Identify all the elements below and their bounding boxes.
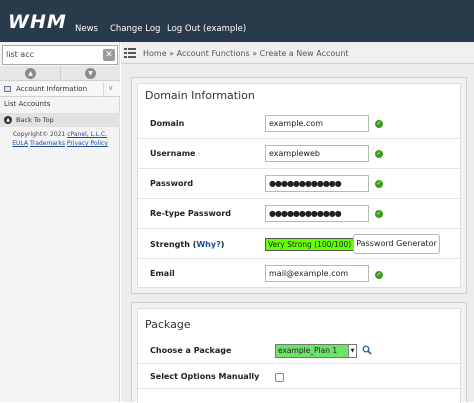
check-icon: ✓ (375, 120, 383, 128)
clear-search-icon[interactable]: ✕ (103, 49, 115, 61)
copyright-text: Copyright© 2021 (12, 131, 66, 138)
package-select-value: example_Plan 1 (278, 346, 338, 355)
check-icon: ✓ (375, 210, 383, 218)
expand-down-icon[interactable]: ▼ (85, 68, 96, 79)
nav-news[interactable]: News (75, 24, 98, 34)
copyright: Copyright© 2021 cPanel, L.L.C. EULA Trad… (0, 130, 120, 148)
panel-title: Package (145, 318, 191, 331)
choose-package-row: Choose a Package example_Plan 1 ▼ (138, 339, 460, 364)
domain-row: Domain example.com ✓ (138, 109, 460, 139)
chevron-down-icon[interactable]: ∨ (108, 84, 113, 92)
strength-row: Strength (Why?) Very Strong (100/100) Pa… (138, 229, 460, 259)
nav-log-out[interactable]: Log Out (example) (167, 24, 246, 34)
retype-password-label: Re-type Password (150, 209, 232, 218)
password-strength-meter: Very Strong (100/100) (265, 238, 355, 251)
password-label: Password (150, 179, 194, 188)
magnifier-icon[interactable] (362, 345, 372, 355)
domain-information-panel: Domain Information Domain example.com ✓ … (131, 77, 467, 294)
domain-label: Domain (150, 119, 185, 128)
top-bar: WHM News Change Log Log Out (example) (0, 0, 474, 42)
select-options-manually-row: Select Options Manually (138, 364, 460, 389)
breadcrumb-home[interactable]: Home (143, 49, 167, 58)
search-field[interactable]: list acc ✕ (2, 45, 118, 65)
package-body: Package Choose a Package example_Plan 1 … (137, 308, 461, 403)
select-options-manually-checkbox[interactable] (275, 373, 284, 382)
username-row: Username exampleweb ✓ (138, 139, 460, 169)
back-to-top-label: Back To Top (16, 116, 54, 124)
panel-title: Domain Information (145, 89, 255, 102)
strength-label: Strength (Why?) (150, 240, 225, 249)
breadcrumb-separator: » (169, 49, 175, 58)
package-select[interactable]: example_Plan 1 ▼ (275, 344, 357, 358)
breadcrumb-current: Create a New Account (259, 49, 349, 58)
domain-information-body: Domain Information Domain example.com ✓ … (137, 83, 461, 288)
trademarks-link[interactable]: Trademarks (30, 140, 65, 147)
password-input[interactable]: ●●●●●●●●●●●● (265, 175, 369, 192)
email-input[interactable]: mail@example.com (265, 265, 369, 282)
package-panel: Package Choose a Package example_Plan 1 … (131, 302, 467, 403)
email-label: Email (150, 269, 175, 278)
breadcrumb-account-functions[interactable]: Account Functions (177, 49, 250, 58)
search-input[interactable]: list acc (6, 50, 34, 59)
collapse-controls: ▲ ▼ (0, 66, 120, 81)
password-generator-button[interactable]: Password Generator (353, 234, 440, 254)
retype-password-row: Re-type Password ●●●●●●●●●●●● ✓ (138, 199, 460, 229)
sidebar-section-account-information[interactable]: Account Information ∨ (0, 82, 120, 97)
check-icon: ✓ (375, 271, 383, 279)
why-link[interactable]: Why? (196, 240, 220, 249)
choose-package-label: Choose a Package (150, 346, 232, 355)
account-info-icon (4, 86, 11, 92)
cpanel-link[interactable]: cPanel, L.L.C. (67, 131, 107, 138)
breadcrumb-separator: » (252, 49, 258, 58)
eula-link[interactable]: EULA (12, 140, 28, 147)
check-icon: ✓ (375, 180, 383, 188)
arrow-up-icon: ▲ (4, 116, 12, 124)
username-label: Username (150, 149, 196, 158)
check-icon: ✓ (375, 150, 383, 158)
username-input[interactable]: exampleweb (265, 145, 369, 162)
chevron-down-icon[interactable]: ▼ (348, 345, 356, 357)
whm-logo[interactable]: WHM (8, 11, 67, 33)
sidebar-item-list-accounts[interactable]: List Accounts (4, 100, 50, 108)
menu-toggle-icon[interactable] (124, 48, 136, 58)
privacy-policy-link[interactable]: Privacy Policy (67, 140, 108, 147)
section-title: Account Information (16, 85, 88, 93)
select-options-manually-label: Select Options Manually (150, 372, 260, 381)
password-row: Password ●●●●●●●●●●●● ✓ (138, 169, 460, 199)
retype-password-input[interactable]: ●●●●●●●●●●●● (265, 205, 369, 222)
breadcrumb: Home » Account Functions » Create a New … (143, 49, 349, 58)
breadcrumb-bar: Home » Account Functions » Create a New … (121, 42, 474, 64)
sidebar: list acc ✕ ▲ ▼ Account Information ∨ Lis… (0, 42, 120, 402)
divider (60, 66, 61, 81)
domain-input[interactable]: example.com (265, 115, 369, 132)
email-row: Email mail@example.com ✓ (138, 259, 460, 289)
collapse-up-icon[interactable]: ▲ (25, 68, 36, 79)
divider (103, 82, 104, 97)
back-to-top-button[interactable]: ▲ Back To Top (0, 113, 120, 127)
nav-change-log[interactable]: Change Log (110, 24, 160, 34)
